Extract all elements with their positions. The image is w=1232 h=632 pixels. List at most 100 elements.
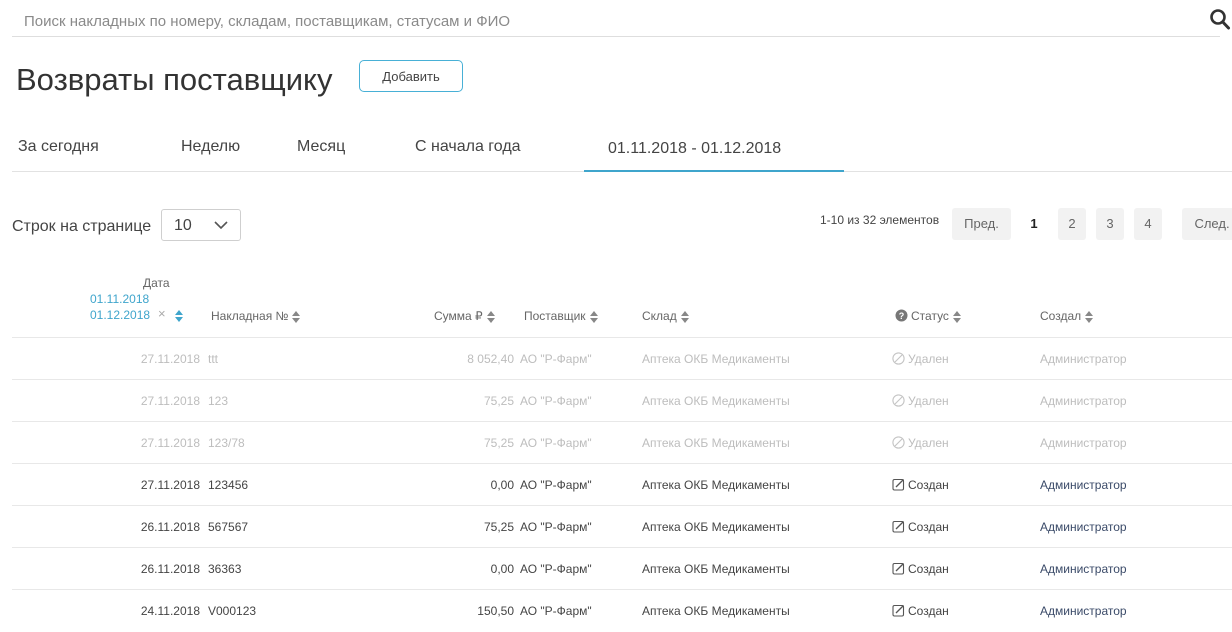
status-cell: Создан: [892, 604, 949, 618]
warehouse-cell: Аптека ОКБ Медикаменты: [642, 562, 790, 576]
search-input[interactable]: [12, 6, 1220, 37]
date-cell: 27.11.2018: [140, 394, 200, 408]
warehouse-column-header[interactable]: Склад: [642, 309, 689, 323]
status-cell: Создан: [892, 562, 949, 576]
sum-column-header[interactable]: Сумма ₽: [434, 309, 495, 323]
date-cell: 27.11.2018: [140, 352, 200, 366]
invoice-cell: 123: [208, 394, 229, 408]
author-cell: Администратор: [1040, 352, 1127, 366]
edit-status-icon: [892, 520, 905, 533]
status-label: Удален: [908, 394, 949, 408]
date-column-header[interactable]: Дата: [143, 276, 170, 290]
svg-text:?: ?: [899, 311, 905, 321]
page-4-button[interactable]: 4: [1134, 208, 1162, 240]
sort-icon: [486, 310, 495, 323]
supplier-column-header[interactable]: Поставщик: [524, 309, 598, 323]
period-tabs: За сегодня Неделю Месяц С начала года 01…: [12, 120, 1232, 172]
tab-year[interactable]: С начала года: [412, 120, 562, 171]
table-row[interactable]: 27.11.2018 123 75,25 АО "Р-Фарм" Аптека ОКБ …: [12, 379, 1232, 422]
sort-icon: [589, 310, 598, 323]
warehouse-cell: Аптека ОКБ Медикаменты: [642, 352, 790, 366]
edit-status-icon: [892, 562, 905, 575]
table-row[interactable]: 27.11.2018 ttt 8 052,40 АО "Р-Фарм" Аптека О…: [12, 337, 1232, 380]
search-icon[interactable]: [1209, 8, 1231, 32]
invoice-cell: 567567: [208, 520, 249, 534]
next-page-button[interactable]: След.: [1182, 208, 1232, 240]
author-cell: Администратор: [1040, 478, 1127, 492]
sort-icon: [292, 310, 301, 323]
tab-label: Месяц: [297, 138, 346, 155]
invoice-cell: 123/78: [208, 436, 245, 450]
invoice-header-label: Накладная №: [211, 309, 289, 323]
status-cell: Удален: [892, 436, 949, 450]
status-column-header[interactable]: ? Статус: [895, 309, 961, 323]
edit-status-icon: [892, 478, 905, 491]
date-cell: 24.11.2018: [140, 604, 200, 618]
status-label: Создан: [908, 520, 949, 534]
warehouse-cell: Аптека ОКБ Медикаменты: [642, 520, 790, 534]
table-row[interactable]: 26.11.2018 567567 75,25 АО "Р-Фарм" Аптека О…: [12, 505, 1232, 548]
status-cell: Создан: [892, 478, 949, 492]
tab-label: С начала года: [415, 138, 521, 155]
sum-cell: 150,50: [477, 604, 514, 618]
page-size-select[interactable]: 10: [161, 209, 241, 241]
table-row[interactable]: 26.11.2018 36363 0,00 АО "Р-Фарм" Аптека ОКБ…: [12, 547, 1232, 590]
prev-page-button[interactable]: Пред.: [952, 208, 1011, 240]
table-row[interactable]: 24.11.2018 V000123 150,50 АО "Р-Фарм" Аптека…: [12, 589, 1232, 632]
chevron-down-icon: [214, 221, 228, 230]
supplier-cell: АО "Р-Фарм": [520, 352, 592, 366]
table-row[interactable]: 27.11.2018 123456 0,00 АО "Р-Фарм" Аптека ОК…: [12, 463, 1232, 506]
supplier-cell: АО "Р-Фарм": [520, 394, 592, 408]
status-label: Создан: [908, 604, 949, 618]
date-filter-from[interactable]: 01.11.2018: [90, 292, 149, 306]
page-1-button[interactable]: 1: [1020, 208, 1048, 240]
deleted-status-icon: [892, 352, 905, 365]
status-cell: Удален: [892, 394, 949, 408]
status-label: Создан: [908, 478, 949, 492]
author-cell: Администратор: [1040, 436, 1127, 450]
page-2-button[interactable]: 2: [1058, 208, 1086, 240]
supplier-cell: АО "Р-Фарм": [520, 520, 592, 534]
warehouse-cell: Аптека ОКБ Медикаменты: [642, 394, 790, 408]
status-header-label: Статус: [911, 309, 949, 323]
sum-header-label: Сумма ₽: [434, 309, 483, 323]
pagination-info: 1-10 из 32 элементов: [820, 213, 940, 227]
clear-date-filter-icon[interactable]: ×: [158, 306, 166, 321]
date-cell: 27.11.2018: [140, 436, 200, 450]
author-column-header[interactable]: Создал: [1040, 309, 1094, 323]
invoice-cell: V000123: [208, 604, 257, 618]
tab-custom-range[interactable]: 01.11.2018 - 01.12.2018: [584, 120, 844, 172]
author-cell: Администратор: [1040, 520, 1127, 534]
deleted-status-icon: [892, 394, 905, 407]
status-cell: Удален: [892, 352, 949, 366]
tab-today[interactable]: За сегодня: [12, 120, 148, 171]
invoice-cell: 123456: [208, 478, 249, 492]
sum-cell: 75,25: [483, 436, 514, 450]
invoice-column-header[interactable]: Накладная №: [211, 309, 301, 323]
tab-month[interactable]: Месяц: [286, 120, 386, 171]
tab-week[interactable]: Неделю: [162, 120, 272, 171]
tab-label: Неделю: [181, 138, 241, 155]
author-cell: Администратор: [1040, 394, 1127, 408]
author-cell: Администратор: [1040, 562, 1127, 576]
page-title: Возвраты поставщику: [16, 62, 333, 97]
sort-active-icon[interactable]: [175, 309, 183, 327]
supplier-cell: АО "Р-Фарм": [520, 604, 592, 618]
deleted-status-icon: [892, 436, 905, 449]
help-icon[interactable]: ?: [895, 309, 908, 322]
sum-cell: 0,00: [490, 478, 514, 492]
warehouse-header-label: Склад: [642, 309, 677, 323]
date-cell: 26.11.2018: [140, 562, 200, 576]
page-3-button[interactable]: 3: [1096, 208, 1124, 240]
sum-cell: 0,00: [490, 562, 514, 576]
status-label: Создан: [908, 562, 949, 576]
author-cell: Администратор: [1040, 604, 1127, 618]
supplier-cell: АО "Р-Фарм": [520, 478, 592, 492]
author-header-label: Создал: [1040, 309, 1082, 323]
supplier-cell: АО "Р-Фарм": [520, 436, 592, 450]
date-filter-to[interactable]: 01.12.2018: [90, 308, 150, 322]
table-row[interactable]: 27.11.2018 123/78 75,25 АО "Р-Фарм" Аптека О…: [12, 421, 1232, 464]
edit-status-icon: [892, 604, 905, 617]
sum-cell: 75,25: [483, 394, 514, 408]
add-button[interactable]: Добавить: [359, 60, 463, 92]
